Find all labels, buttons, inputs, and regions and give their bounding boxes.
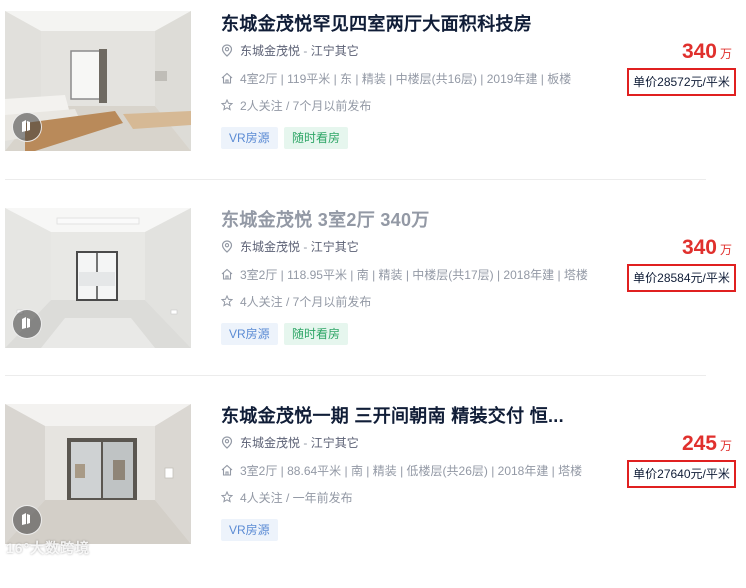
listing-card[interactable]: 东城金茂悦一期 三开间朝南 精装交付 恒... 东城金茂悦 - 江宁其它 3室2… — [0, 392, 746, 588]
star-icon — [220, 490, 234, 507]
location-separator: - — [300, 44, 311, 58]
tag-viewing[interactable]: 随时看房 — [284, 323, 349, 345]
district-link[interactable]: 江宁其它 — [311, 240, 359, 254]
total-price: 245 万 — [681, 432, 732, 455]
district-link[interactable]: 江宁其它 — [311, 44, 359, 58]
price-unit: 万 — [719, 439, 732, 453]
listing-divider — [5, 375, 706, 376]
unit-price: 单价28572元/平米 — [627, 68, 736, 96]
vr-badge-icon — [12, 505, 42, 535]
tag-vr[interactable]: VR房源 — [221, 519, 278, 541]
star-icon — [220, 294, 234, 311]
total-price: 340 万 — [681, 40, 732, 63]
unit-price: 单价27640元/平米 — [627, 460, 736, 488]
location-pin-icon — [221, 240, 233, 257]
price-unit: 万 — [719, 47, 732, 61]
location-separator: - — [300, 436, 311, 450]
listing-photo[interactable] — [5, 404, 191, 544]
house-icon — [221, 72, 233, 88]
house-icon — [221, 268, 233, 284]
house-specs: 3室2厅 | 118.95平米 | 南 | 精装 | 中楼层(共17层) | 2… — [240, 268, 588, 282]
listing-title[interactable]: 东城金茂悦 3室2厅 340万 — [221, 206, 430, 232]
follow-info: 4人关注 / 一年前发布 — [240, 491, 353, 505]
watermark: 16°大数跨境 — [6, 540, 91, 556]
total-price: 340 万 — [681, 236, 732, 259]
community-link[interactable]: 东城金茂悦 — [240, 240, 300, 254]
location-pin-icon — [221, 436, 233, 453]
follow-info: 2人关注 / 7个月以前发布 — [240, 99, 372, 113]
district-link[interactable]: 江宁其它 — [311, 436, 359, 450]
star-icon — [220, 98, 234, 115]
tag-vr[interactable]: VR房源 — [221, 323, 278, 345]
listing-divider — [5, 179, 706, 180]
tag-vr[interactable]: VR房源 — [221, 127, 278, 149]
follow-info: 4人关注 / 7个月以前发布 — [240, 295, 372, 309]
community-link[interactable]: 东城金茂悦 — [240, 44, 300, 58]
location-pin-icon — [221, 44, 233, 61]
unit-price: 单价28584元/平米 — [627, 264, 736, 292]
vr-badge-icon — [12, 112, 42, 142]
listing-photo[interactable] — [5, 208, 191, 348]
vr-badge-icon — [12, 309, 42, 339]
price-unit: 万 — [719, 243, 732, 257]
community-link[interactable]: 东城金茂悦 — [240, 436, 300, 450]
location-separator: - — [300, 240, 311, 254]
listing-photo[interactable] — [5, 11, 191, 151]
listing-card[interactable]: 东城金茂悦 3室2厅 340万 东城金茂悦 - 江宁其它 3室2厅 | 118.… — [0, 196, 746, 392]
tag-viewing[interactable]: 随时看房 — [284, 127, 349, 149]
house-specs: 3室2厅 | 88.64平米 | 南 | 精装 | 低楼层(共26层) | 20… — [240, 464, 583, 478]
listing-title[interactable]: 东城金茂悦罕见四室两厅大面积科技房 — [221, 10, 532, 36]
house-specs: 4室2厅 | 119平米 | 东 | 精装 | 中楼层(共16层) | 2019… — [240, 72, 572, 86]
house-icon — [221, 464, 233, 480]
listing-card[interactable]: 东城金茂悦罕见四室两厅大面积科技房 东城金茂悦 - 江宁其它 4室2厅 | 11… — [0, 0, 746, 196]
listing-title[interactable]: 东城金茂悦一期 三开间朝南 精装交付 恒... — [221, 402, 564, 428]
